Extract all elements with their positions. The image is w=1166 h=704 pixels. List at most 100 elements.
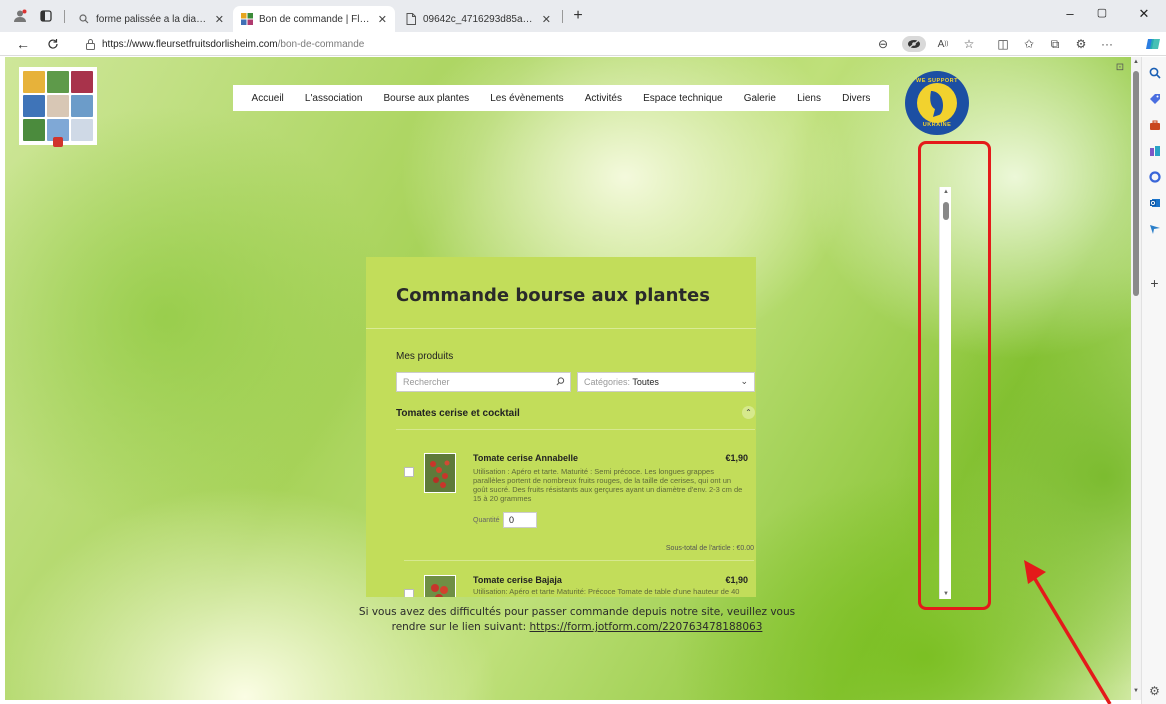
close-tab-icon[interactable]: ✕ (542, 13, 551, 26)
we-support-ukraine-badge[interactable]: WE SUPPORT UKRAINE (905, 71, 969, 135)
form-title: Commande bourse aux plantes (396, 285, 710, 306)
nav-evenements[interactable]: Les évènements (490, 93, 563, 104)
categories-select[interactable]: Catégories: Toutes ⌄ (577, 372, 755, 392)
close-tab-icon[interactable]: ✕ (378, 13, 387, 26)
nav-activites[interactable]: Activités (585, 93, 622, 104)
product-item: Tomate cerise Annabelle €1,90 Utilisatio… (404, 453, 754, 583)
microsoft-365-icon[interactable] (1147, 169, 1162, 184)
restore-button[interactable]: ▢ (1090, 6, 1114, 19)
back-button[interactable]: ← (14, 35, 32, 53)
product-search-input[interactable]: Rechercher (396, 372, 571, 392)
jotform-link[interactable]: https://form.jotform.com/220763478188063 (529, 621, 762, 633)
product-image (424, 575, 456, 597)
browser-tab-bar: forme palissée a la diable - Recherche ✕… (0, 0, 1166, 32)
products-label: Mes produits (396, 351, 454, 362)
tab-separator (562, 10, 563, 23)
chevron-down-icon: ⌄ (740, 376, 748, 386)
quantity-label: Quantité (473, 517, 500, 524)
refresh-button[interactable] (44, 35, 62, 53)
document-icon (405, 13, 417, 25)
send-feedback-icon[interactable] (1147, 221, 1162, 236)
nav-galerie[interactable]: Galerie (744, 93, 776, 104)
favorite-star-icon[interactable]: ☆ (960, 36, 978, 52)
close-tab-icon[interactable]: ✕ (215, 13, 224, 26)
close-window-button[interactable]: ✕ (1132, 6, 1156, 22)
search-icon (556, 377, 565, 388)
site-logo[interactable] (19, 67, 97, 147)
tab-title: Bon de commande | Fleursetfruitsdorlishe… (259, 13, 372, 25)
tools-briefcase-icon[interactable] (1147, 117, 1162, 132)
help-line-2-prefix: rendre sur le lien suivant: (391, 621, 530, 633)
tab-search[interactable]: forme palissée a la diable - Recherche ✕ (70, 6, 232, 32)
product-description: Utilisation : Apéro et tarte. Maturité :… (473, 467, 743, 503)
lock-icon (86, 38, 95, 50)
product-price: €1,90 (725, 575, 748, 585)
site-favicon (241, 13, 253, 25)
product-price: €1,90 (725, 453, 748, 463)
nav-association[interactable]: L'association (305, 93, 363, 104)
search-placeholder: Rechercher (403, 377, 450, 387)
favorites-icon[interactable]: ✩ (1020, 36, 1038, 52)
tracking-prevention-icon[interactable] (902, 36, 926, 52)
tab-title: forme palissée a la diable - Recherche (96, 13, 209, 25)
form-header: Commande bourse aux plantes (366, 257, 756, 329)
main-navigation: Accueil L'association Bourse aux plantes… (233, 85, 889, 111)
new-tab-button[interactable]: + (570, 7, 586, 24)
search-icon[interactable] (1147, 65, 1162, 80)
screenshot-capture-icon[interactable]: ⊡ (1113, 60, 1127, 74)
product-checkbox[interactable] (404, 589, 414, 597)
address-bar-row: ← https://www.fleursetfruitsdorlisheim.c… (0, 32, 1166, 56)
nav-bourse-aux-plantes[interactable]: Bourse aux plantes (384, 93, 470, 104)
games-icon[interactable] (1147, 143, 1162, 158)
tab-document[interactable]: 09642c_4716293d85a74929bf38 ✕ (397, 6, 559, 32)
quantity-input[interactable]: 0 (503, 512, 537, 528)
page-viewport: Accueil L'association Bourse aux plantes… (5, 57, 1135, 700)
collections-icon[interactable]: ⧉ (1046, 36, 1064, 52)
categories-value: Toutes (632, 377, 659, 387)
nav-liens[interactable]: Liens (797, 93, 821, 104)
outlook-icon[interactable] (1147, 195, 1162, 210)
page-scrollbar[interactable]: ▲ ▼ (1131, 57, 1141, 700)
tab-actions-icon[interactable] (38, 8, 54, 24)
category-divider (396, 429, 755, 430)
read-aloud-icon[interactable]: A)) (934, 36, 952, 52)
tab-bon-de-commande[interactable]: Bon de commande | Fleursetfruitsdorlishe… (233, 6, 395, 32)
url-host: https://www.fleursetfruitsdorlisheim.com (102, 38, 278, 50)
url-field[interactable]: https://www.fleursetfruitsdorlisheim.com… (86, 36, 364, 52)
search-icon (78, 13, 90, 25)
nav-divers[interactable]: Divers (842, 93, 870, 104)
profile-icon[interactable] (12, 8, 28, 24)
order-form-card: Commande bourse aux plantes Mes produits… (366, 257, 756, 597)
scroll-up-arrow-icon[interactable]: ▲ (1131, 59, 1141, 65)
category-heading: Tomates cerise et cocktail (396, 408, 520, 419)
product-description: Utilisation: Apéro et tarte Maturité: Pr… (473, 587, 742, 597)
page-scrollbar-thumb[interactable] (1133, 71, 1139, 296)
shopping-tag-icon[interactable] (1147, 91, 1162, 106)
scroll-down-arrow-icon[interactable]: ▼ (1131, 688, 1141, 694)
red-highlight-box (918, 141, 991, 610)
zoom-icon[interactable]: ⊖ (874, 36, 892, 52)
edge-sidebar: + ⚙ (1141, 57, 1166, 704)
logo-image (23, 71, 93, 141)
tab-title: 09642c_4716293d85a74929bf38 (423, 13, 536, 25)
sidebar-settings-gear-icon[interactable]: ⚙ (1147, 683, 1162, 698)
nav-espace-technique[interactable]: Espace technique (643, 93, 723, 104)
ukraine-badge-text: WE SUPPORT UKRAINE (916, 78, 958, 128)
minimize-button[interactable]: – (1058, 6, 1082, 21)
add-sidebar-item-icon[interactable]: + (1147, 275, 1162, 291)
help-line-1: Si vous avez des difficultés pour passer… (358, 606, 796, 618)
product-checkbox[interactable] (404, 467, 414, 477)
collapse-category-button[interactable]: ⌃ (742, 406, 755, 419)
extensions-icon[interactable]: ⚙ (1072, 36, 1090, 52)
tab-separator (64, 10, 65, 23)
more-options-icon[interactable]: ··· (1098, 36, 1116, 52)
red-annotation-arrow (1024, 560, 1112, 704)
copilot-icon[interactable] (1144, 36, 1162, 52)
chevron-up-icon: ⌃ (745, 408, 752, 417)
item-subtotal: Sous-total de l'article : €0.00 (665, 545, 754, 552)
logo-badge-icon (53, 137, 63, 147)
nav-accueil[interactable]: Accueil (252, 93, 284, 104)
help-message: Si vous avez des difficultés pour passer… (352, 605, 802, 635)
split-screen-icon[interactable]: ◫ (994, 36, 1012, 52)
help-line-2: rendre sur le lien suivant: https://form… (352, 620, 802, 635)
